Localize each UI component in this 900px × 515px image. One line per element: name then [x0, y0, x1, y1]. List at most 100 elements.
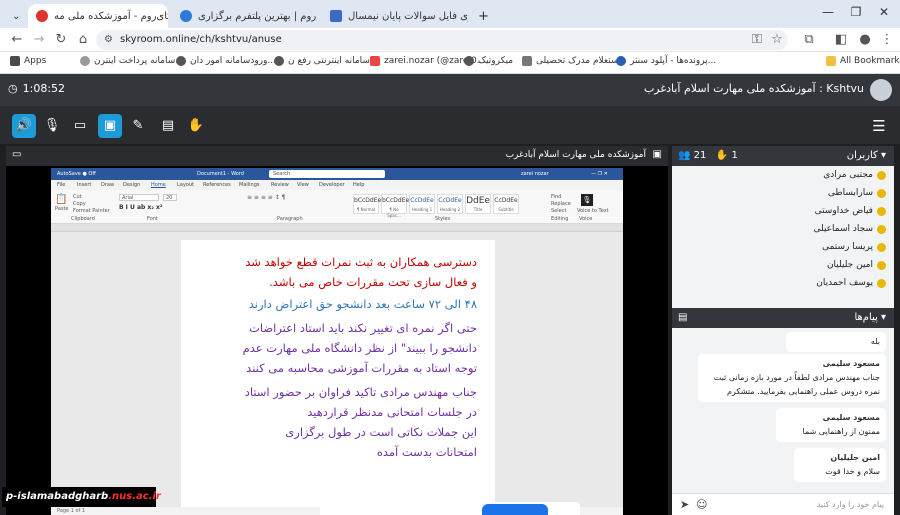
word-user: zarei nozar: [521, 171, 549, 177]
extensions-icon[interactable]: ⧉: [800, 31, 818, 49]
style-heading2[interactable]: CcDdEe Heading 2: [437, 194, 463, 214]
bookmark-apps[interactable]: Apps: [10, 56, 46, 66]
chat-message: امین جلیلیان سلام و خدا قوت: [794, 448, 886, 482]
menu-icon[interactable]: ☰: [868, 115, 890, 137]
screen-icon[interactable]: ▭: [12, 149, 21, 160]
speaker-icon[interactable]: 🔊: [12, 114, 36, 138]
autosave-toggle[interactable]: AutoSave ● Off: [57, 171, 96, 177]
dictate-icon[interactable]: 🎙: [581, 194, 593, 206]
tab-mailings[interactable]: Mailings: [239, 182, 260, 188]
files-icon[interactable]: ▤: [156, 114, 180, 138]
minimize-icon[interactable]: —: [818, 5, 838, 19]
user-row[interactable]: پریسا رستمی: [822, 238, 886, 256]
extension-icon[interactable]: ◧: [832, 31, 850, 49]
forward-icon[interactable]: →: [30, 31, 48, 49]
user-row[interactable]: یوسف احمدیان: [816, 274, 886, 292]
tab-skyroom-active[interactable]: اسکای‌روم - آموزشکده ملی مه ✕: [28, 4, 168, 28]
user-row[interactable]: فیاض خداوستی: [815, 202, 886, 220]
style-normal[interactable]: bCcDdEe ¶ Normal: [353, 194, 381, 214]
user-row[interactable]: امین جلیلیان: [827, 256, 886, 274]
bookmark-item[interactable]: استعلام مدرک تحصیلی: [522, 56, 621, 66]
new-tab-button[interactable]: +: [470, 4, 490, 28]
doc-line: حتی اگر نمره ای تغییر نکند باید استاد اع…: [249, 321, 477, 335]
collapse-icon[interactable]: ▣: [653, 149, 662, 160]
font-name-select[interactable]: Arial: [119, 194, 159, 201]
back-icon[interactable]: ←: [8, 31, 26, 49]
url-input[interactable]: ⚙ skyroom.online/ch/kshtvu/anuse: [96, 30, 788, 50]
tab-developer[interactable]: Developer: [319, 182, 345, 188]
style-subtitle[interactable]: CcDdEe Subtitle: [493, 194, 519, 214]
password-key-icon[interactable]: ⚿: [748, 31, 766, 49]
profile-avatar[interactable]: ●: [856, 31, 874, 49]
tab-references[interactable]: References: [203, 182, 231, 188]
avatar[interactable]: [870, 79, 892, 101]
doc-line: در جلسات امتحانی مدنظر قراردهید: [307, 405, 477, 419]
bookmark-item[interactable]: سامانه اینترنتی رفع ن...: [274, 56, 379, 66]
word-window: AutoSave ● Off Document1 - Word Search z…: [51, 168, 623, 515]
user-row[interactable]: سارابساطی: [828, 184, 886, 202]
tab-insert[interactable]: Insert: [77, 182, 91, 188]
replace-button[interactable]: Replace: [551, 201, 571, 207]
bookmark-item[interactable]: میکروتیک: [464, 56, 513, 66]
bookmark-item[interactable]: ورودسامانه امور دان...: [176, 56, 276, 66]
paste-button[interactable]: Paste: [55, 206, 69, 212]
pen-icon[interactable]: ✎: [126, 114, 150, 138]
tab-design[interactable]: Design: [123, 182, 140, 188]
cut-button[interactable]: Cut: [73, 194, 82, 200]
send-icon[interactable]: ➤: [680, 498, 689, 511]
site-info-icon[interactable]: ⚙: [104, 30, 113, 50]
emoji-icon[interactable]: ☺: [696, 498, 707, 511]
mic-off-icon[interactable]: 🎙: [40, 114, 64, 138]
word-window-controls[interactable]: — ❐ ✕: [591, 171, 608, 177]
style-heading1[interactable]: CcDdEe Heading 1: [409, 194, 435, 214]
tab-layout[interactable]: Layout: [177, 182, 194, 188]
copy-button[interactable]: Copy: [73, 201, 86, 207]
bookmark-item[interactable]: سامانه پرداخت اینترن...: [80, 56, 184, 66]
home-icon[interactable]: ⌂: [74, 31, 92, 49]
find-button[interactable]: Find: [551, 194, 561, 200]
tab-upload-questions[interactable]: بارگذاری فایل سوالات پایان نیمسال ✕: [322, 4, 468, 28]
user-icon: [877, 242, 886, 252]
font-size-select[interactable]: 20: [163, 194, 177, 201]
chat-input[interactable]: پیام خود را وارد کنید ➤ ☺: [672, 493, 894, 515]
dictate-button[interactable]: Voice to Text: [577, 208, 609, 214]
user-icon: [877, 224, 886, 234]
doc-icon: [522, 56, 532, 66]
paragraph-buttons[interactable]: ≡ ≡ ≡ ≡ ↕ ¶: [247, 194, 286, 201]
format-painter-button[interactable]: Format Painter: [73, 208, 110, 214]
style-title[interactable]: DdEe Title: [465, 194, 491, 214]
word-search-input[interactable]: Search: [269, 170, 385, 178]
maximize-icon[interactable]: ❐: [846, 5, 866, 19]
browser-menu-icon[interactable]: ⋮: [878, 31, 896, 49]
stage-header: ▣ آموزشکده ملی مهارت اسلام آبادغرب ▭: [6, 146, 668, 166]
screen-share-icon[interactable]: ▣: [98, 114, 122, 138]
user-row[interactable]: سجاد اسماعیلی: [813, 220, 886, 238]
popup-action-button[interactable]: [482, 504, 548, 515]
document-page[interactable]: دسترسی همکاران به ثبت نمرات قطع خواهد شد…: [181, 240, 495, 515]
bookmark-item[interactable]: پرونده‌ها - آپلود سنتر...: [616, 56, 716, 66]
tab-skyroom-home[interactable]: اسکای روم | بهترین پلتفرم برگزاری ✕: [172, 4, 318, 28]
raise-hand-icon[interactable]: ✋: [184, 114, 208, 138]
chat-message: بله: [786, 332, 886, 352]
camera-off-icon[interactable]: ▭: [68, 114, 92, 138]
paste-icon[interactable]: 📋: [55, 194, 67, 205]
bookmark-star-icon[interactable]: ☆: [768, 31, 786, 49]
tab-search-icon[interactable]: ⌄: [4, 4, 24, 28]
tab-review[interactable]: Review: [271, 182, 289, 188]
tab-help[interactable]: Help: [353, 182, 364, 188]
tab-file[interactable]: File: [57, 182, 65, 188]
select-button[interactable]: Select: [551, 208, 566, 214]
room-header: ◷ 1:08:52 Kshtvu : آموزشکده ملی مهارت اس…: [0, 74, 900, 106]
user-row[interactable]: مجتبی مرادی: [823, 166, 886, 184]
group-label: Styles: [435, 216, 451, 222]
close-window-icon[interactable]: ✕: [874, 5, 894, 19]
tab-draw[interactable]: Draw: [101, 182, 114, 188]
bold-italic-underline-buttons[interactable]: B I U ab x₂ x²: [119, 204, 162, 211]
reload-icon[interactable]: ↻: [52, 31, 70, 49]
style-no-spacing[interactable]: bCcDdEe ¶ No Spac...: [381, 194, 409, 218]
tab-home[interactable]: Home: [151, 182, 166, 188]
all-bookmarks[interactable]: All Bookmarks: [826, 56, 900, 66]
tab-view[interactable]: View: [297, 182, 309, 188]
messages-list: بله مسعود سلیمی جناب مهندس مرادی لطفاً د…: [672, 328, 894, 515]
user-icon: [877, 260, 886, 270]
